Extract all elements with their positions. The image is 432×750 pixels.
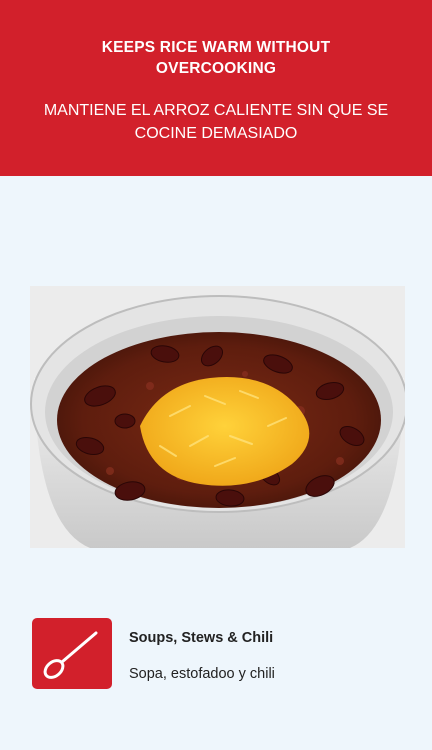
banner-title: KEEPS RICE WARM WITHOUT OVERCOOKING [101, 39, 331, 77]
spoon-icon [32, 618, 112, 689]
feature-item: Soups, Stews & Chili Sopa, estofadoo y c… [32, 618, 412, 690]
chili-bowl-photo [30, 286, 405, 548]
chili-bowl-illustration [30, 286, 405, 548]
banner-subtitle: MANTIENE EL ARROZ CALIENTE SIN QUE SE CO… [43, 102, 389, 142]
header-banner: KEEPS RICE WARM WITHOUT OVERCOOKING MANT… [0, 0, 432, 176]
feature-subtitle: Sopa, estofadoo y chili [129, 666, 275, 682]
feature-title: Soups, Stews & Chili [129, 630, 274, 646]
